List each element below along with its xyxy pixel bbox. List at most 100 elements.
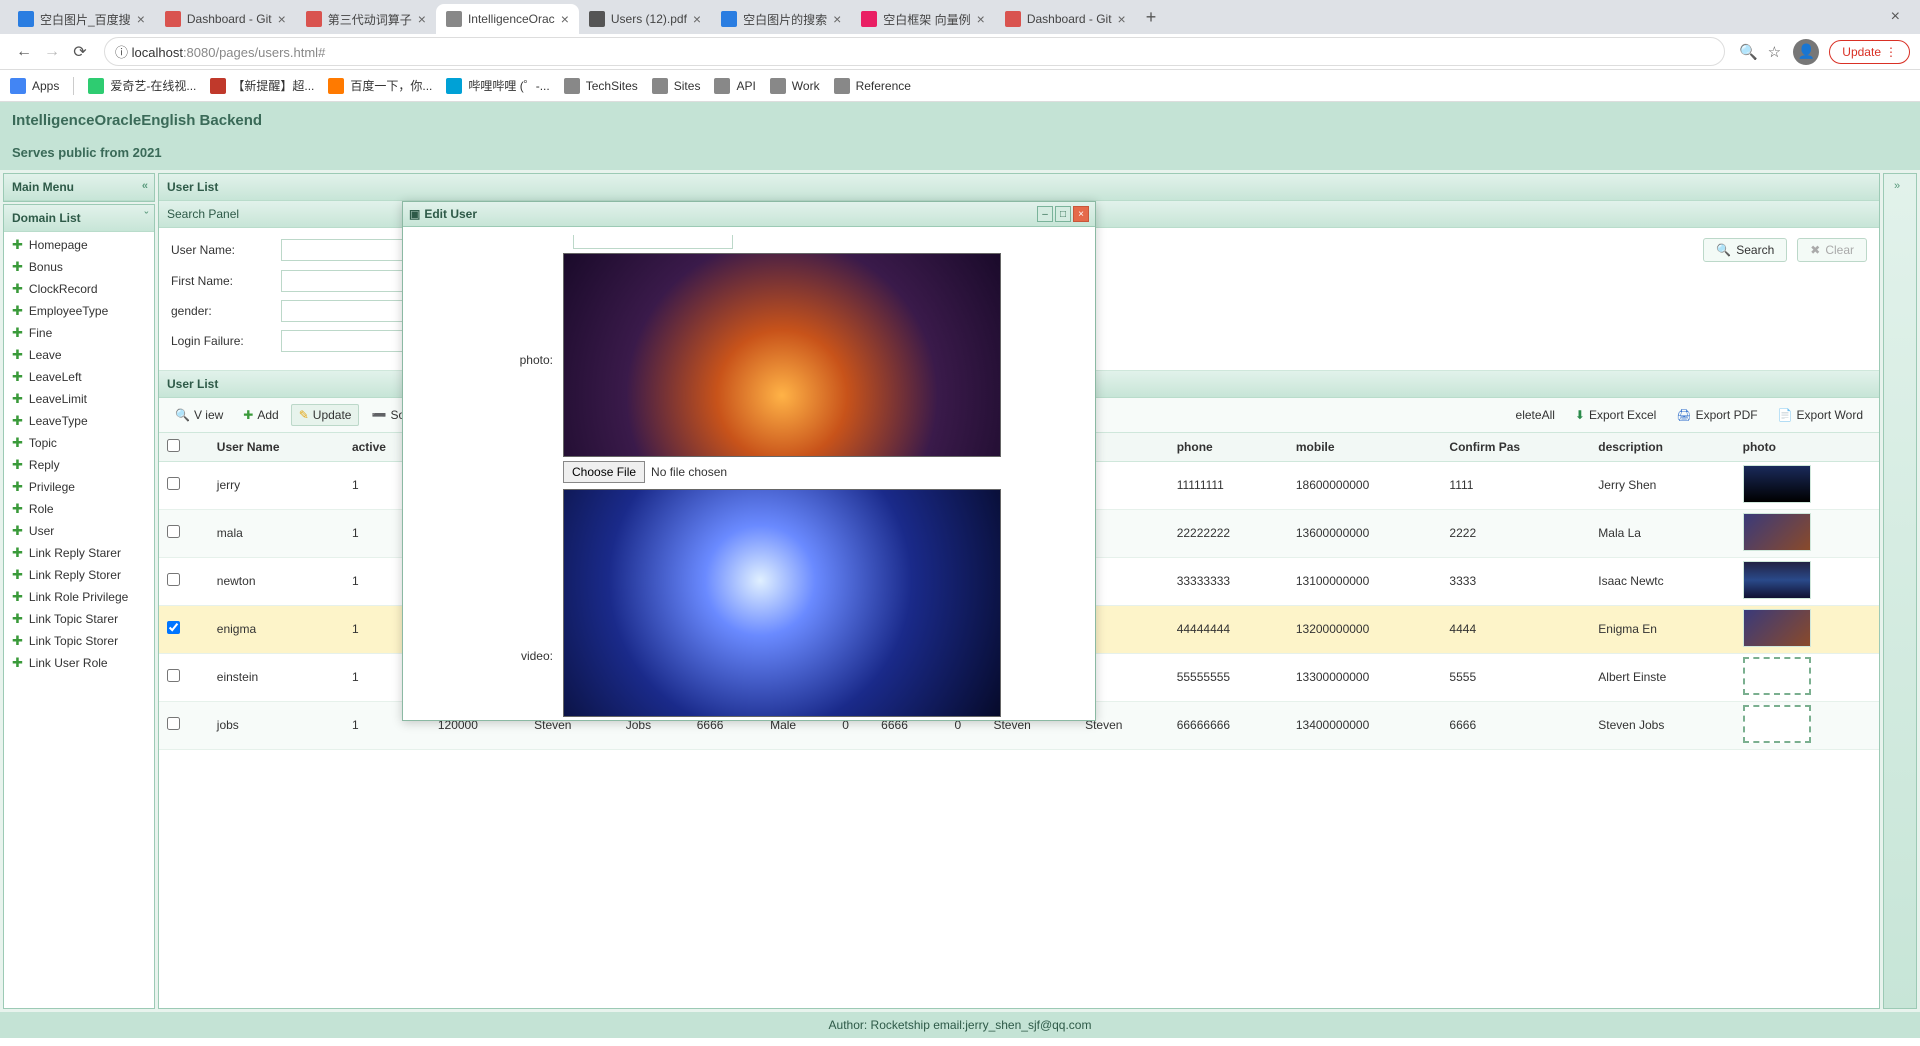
cell — [1735, 605, 1879, 653]
column-header[interactable]: Confirm Pas — [1441, 433, 1590, 461]
login-failure-input[interactable] — [281, 330, 411, 352]
close-button[interactable]: × — [1073, 206, 1089, 222]
row-checkbox[interactable] — [167, 477, 180, 490]
user-name-input[interactable] — [281, 239, 411, 261]
sidebar-item[interactable]: ✚ClockRecord — [4, 278, 154, 300]
sidebar-item[interactable]: ✚Privilege — [4, 476, 154, 498]
row-checkbox[interactable] — [167, 525, 180, 538]
tab-close-icon[interactable]: × — [1118, 11, 1126, 27]
browser-tab[interactable]: Dashboard - Git× — [155, 4, 296, 34]
column-header[interactable]: description — [1590, 433, 1734, 461]
export-word-button[interactable]: 📄Export Word — [1770, 404, 1871, 426]
column-header[interactable]: User Name — [209, 433, 344, 461]
sidebar-item[interactable]: ✚Link Topic Storer — [4, 630, 154, 652]
plus-icon: ✚ — [12, 347, 23, 363]
new-tab-button[interactable]: + — [1136, 7, 1167, 28]
tab-close-icon[interactable]: × — [693, 11, 701, 27]
bookmark-item[interactable]: Sites — [652, 78, 701, 94]
plus-icon: ✚ — [12, 589, 23, 605]
sidebar-item[interactable]: ✚Link Role Privilege — [4, 586, 154, 608]
row-checkbox[interactable] — [167, 621, 180, 634]
profile-avatar[interactable]: 👤 — [1793, 39, 1819, 65]
column-header[interactable]: phone — [1169, 433, 1288, 461]
tab-close-icon[interactable]: × — [278, 11, 286, 27]
dialog-body[interactable]: photo: Choose File No file chosen video: — [403, 227, 1095, 720]
sidebar-item[interactable]: ✚Link User Role — [4, 652, 154, 674]
search-button[interactable]: 🔍 Search — [1703, 238, 1787, 262]
expand-icon[interactable]: » — [1894, 180, 1900, 192]
delete-all-button[interactable]: eleteAll — [1508, 404, 1563, 426]
tab-close-icon[interactable]: × — [977, 11, 985, 27]
sidebar-item[interactable]: ✚Role — [4, 498, 154, 520]
view-button[interactable]: 🔍V iew — [167, 404, 231, 426]
back-button[interactable]: ← — [10, 43, 38, 61]
choose-file-button[interactable]: Choose File — [563, 461, 645, 483]
sidebar-item[interactable]: ✚Topic — [4, 432, 154, 454]
bookmark-item[interactable]: TechSites — [564, 78, 638, 94]
plus-icon: ✚ — [12, 369, 23, 385]
browser-tab[interactable]: Users (12).pdf× — [579, 4, 711, 34]
export-excel-button[interactable]: ⬇Export Excel — [1567, 404, 1664, 426]
collapse-icon[interactable]: ˇ — [144, 211, 148, 223]
collapse-icon[interactable]: « — [142, 180, 148, 192]
tab-close-icon[interactable]: × — [137, 11, 145, 27]
sidebar-item[interactable]: ✚Link Reply Storer — [4, 564, 154, 586]
video-preview — [563, 489, 1001, 717]
sidebar-item[interactable]: ✚LeaveType — [4, 410, 154, 432]
gender-input[interactable] — [281, 300, 411, 322]
maximize-button[interactable]: □ — [1055, 206, 1071, 222]
sidebar-item[interactable]: ✚LeaveLeft — [4, 366, 154, 388]
search-icon[interactable]: 🔍 — [1735, 43, 1761, 61]
bookmark-item[interactable]: Apps — [10, 78, 59, 94]
tab-close-icon[interactable]: × — [418, 11, 426, 27]
bookmark-item[interactable]: 爱奇艺-在线视... — [88, 77, 196, 94]
sidebar-item[interactable]: ✚Reply — [4, 454, 154, 476]
first-name-input[interactable] — [281, 270, 411, 292]
sidebar-item[interactable]: ✚Leave — [4, 344, 154, 366]
url-input[interactable]: ⓘ localhost:8080/pages/users.html# — [104, 37, 1725, 66]
update-button[interactable]: ✎Update — [291, 404, 360, 426]
star-icon[interactable]: ☆ — [1761, 43, 1787, 61]
main-menu-panel: Main Menu « — [3, 173, 155, 202]
bookmark-item[interactable]: Reference — [834, 78, 911, 94]
row-checkbox[interactable] — [167, 573, 180, 586]
add-button[interactable]: ✚Add — [235, 404, 286, 426]
update-browser-button[interactable]: Update ⋮ — [1829, 40, 1910, 64]
tab-close-icon[interactable]: × — [833, 11, 841, 27]
browser-tab[interactable]: IntelligenceOrac× — [436, 4, 579, 34]
dialog-header[interactable]: ▣Edit User – □ × — [403, 202, 1095, 227]
select-all-checkbox[interactable] — [167, 439, 180, 452]
sidebar-item[interactable]: ✚Fine — [4, 322, 154, 344]
row-checkbox[interactable] — [167, 669, 180, 682]
bookmark-item[interactable]: 哔哩哔哩 (゜-... — [446, 77, 549, 94]
window-close-button[interactable]: × — [1879, 8, 1912, 26]
export-pdf-button[interactable]: 🖨Export PDF — [1668, 404, 1765, 426]
minimize-button[interactable]: – — [1037, 206, 1053, 222]
sidebar-item[interactable]: ✚User — [4, 520, 154, 542]
column-header[interactable]: photo — [1735, 433, 1879, 461]
browser-tab[interactable]: 空白图片_百度搜× — [8, 4, 155, 34]
forward-button[interactable]: → — [38, 43, 66, 61]
sidebar-item[interactable]: ✚LeaveLimit — [4, 388, 154, 410]
sidebar-item[interactable]: ✚Homepage — [4, 234, 154, 256]
sidebar-item[interactable]: ✚Bonus — [4, 256, 154, 278]
photo-thumbnail — [1743, 465, 1811, 503]
browser-tab[interactable]: 空白图片的搜索× — [711, 4, 851, 34]
sidebar-item[interactable]: ✚EmployeeType — [4, 300, 154, 322]
partial-input-above[interactable] — [573, 235, 733, 249]
browser-tab[interactable]: Dashboard - Git× — [995, 4, 1136, 34]
sidebar-item[interactable]: ✚Link Topic Starer — [4, 608, 154, 630]
browser-tab[interactable]: 第三代动词算子× — [296, 4, 436, 34]
bookmark-item[interactable]: 百度一下，你... — [328, 77, 432, 94]
sidebar-item[interactable]: ✚Link Reply Starer — [4, 542, 154, 564]
row-checkbox[interactable] — [167, 717, 180, 730]
browser-tab[interactable]: 空白框架 向量例× — [851, 4, 995, 34]
sidebar-item-label: LeaveType — [29, 414, 88, 428]
clear-button[interactable]: ✖ Clear — [1797, 238, 1867, 262]
reload-button[interactable]: ⟳ — [66, 42, 94, 62]
tab-close-icon[interactable]: × — [561, 11, 569, 27]
bookmark-item[interactable]: 【新提醒】超... — [210, 77, 314, 94]
bookmark-item[interactable]: Work — [770, 78, 820, 94]
bookmark-item[interactable]: API — [714, 78, 755, 94]
column-header[interactable]: mobile — [1288, 433, 1442, 461]
